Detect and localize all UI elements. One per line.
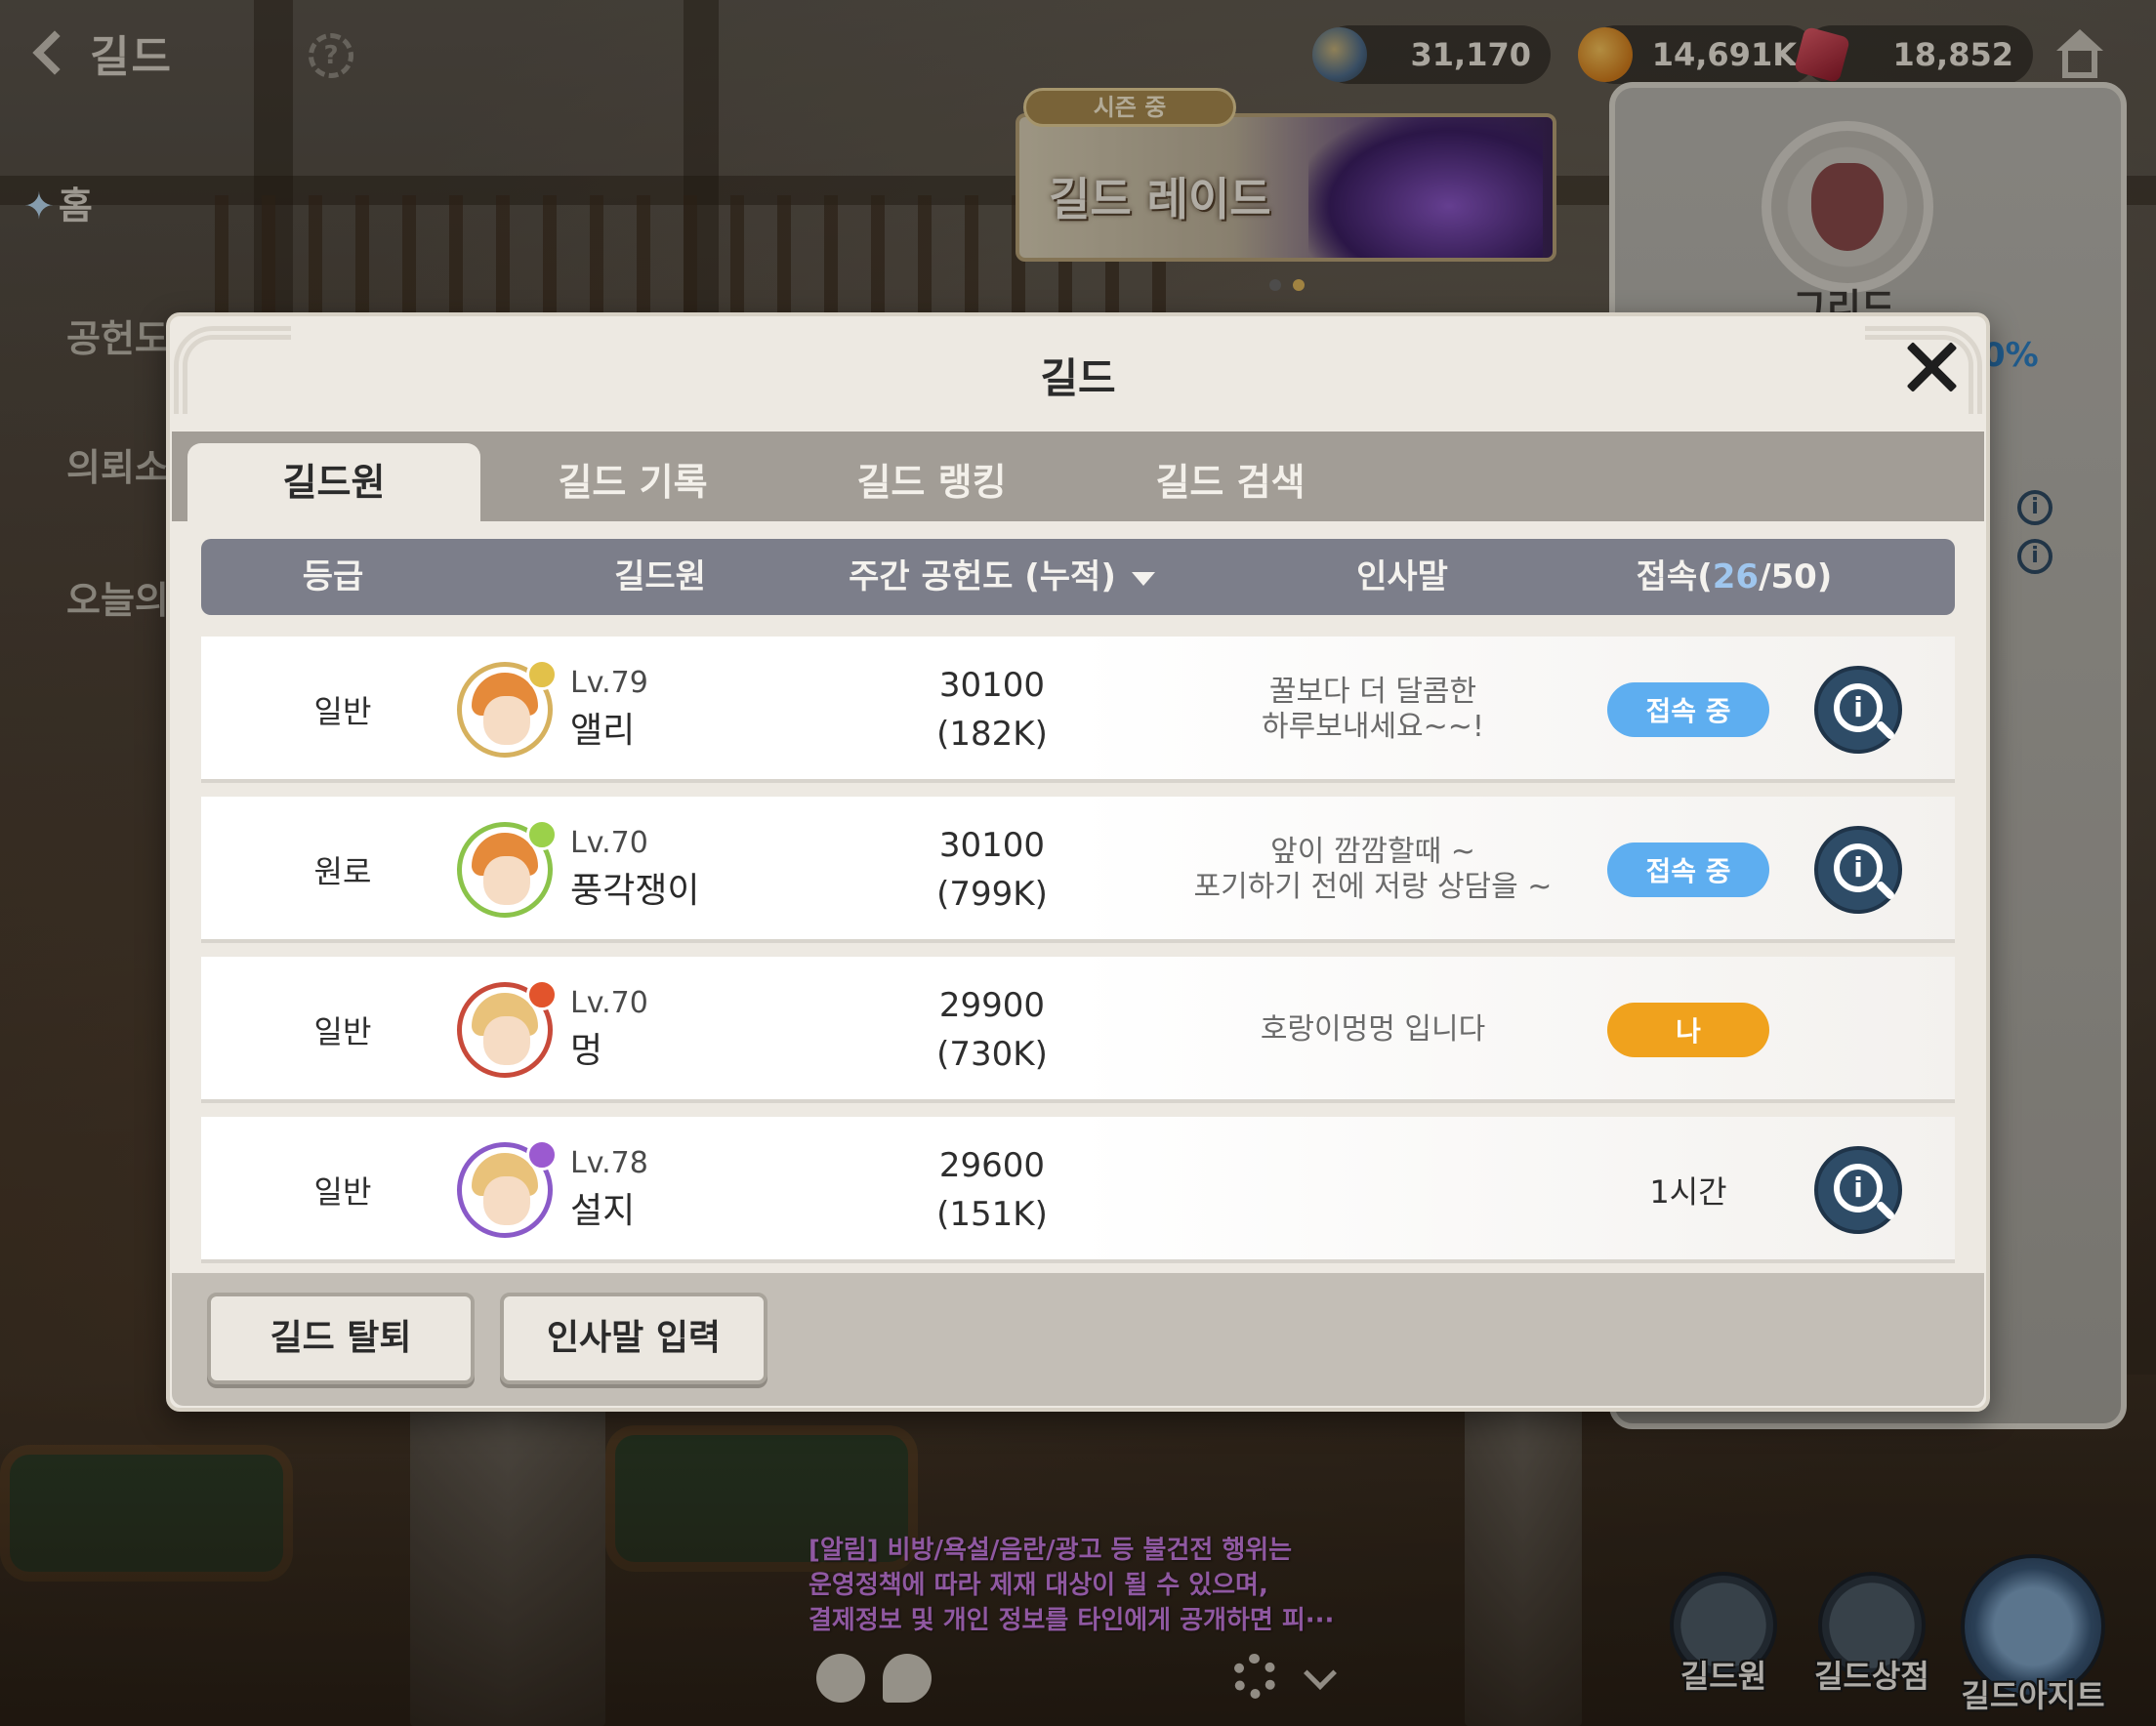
info-magnifier-icon: i	[1834, 1164, 1883, 1212]
member-status: 접속 중	[1607, 797, 1769, 943]
guild-modal: 길드 길드원 길드 기록 길드 랭킹 길드 검색 등급 길드원 주간 공헌도 (…	[166, 312, 1990, 1412]
member-level: Lv.70	[570, 986, 648, 1020]
tab-guild-log[interactable]: 길드 기록	[486, 443, 779, 521]
member-contribution: 30100 (799K)	[936, 826, 1048, 914]
member-name: 앨리	[570, 711, 636, 751]
member-grade: 일반	[313, 1173, 372, 1211]
member-greeting: 꿀보다 더 달콤한 하루보내세요~~!	[1262, 675, 1484, 744]
member-info-button[interactable]: i	[1814, 666, 1902, 754]
member-contribution: 30100 (182K)	[936, 666, 1048, 754]
member-name: 멍	[570, 1031, 603, 1071]
status-badge: 접속 중	[1607, 842, 1769, 897]
avatar[interactable]	[457, 1139, 558, 1238]
tab-bar: 길드원 길드 기록 길드 랭킹 길드 검색	[172, 432, 1984, 521]
avatar[interactable]	[457, 659, 558, 758]
table-row: 일반 Lv.79 앨리 30100 (182K) 꿀보다 더 달콤한 하루보내세…	[201, 637, 1955, 783]
member-status: 1시간	[1607, 1117, 1769, 1263]
table-row: 일반 Lv.70 멍 29900 (730K) 호랑이멍멍 입니다 나	[201, 957, 1955, 1103]
column-member: 길드원	[614, 557, 706, 596]
member-info-button[interactable]: i	[1814, 826, 1902, 914]
class-badge-icon	[526, 1139, 558, 1171]
info-magnifier-icon: i	[1834, 843, 1883, 892]
online-count: 26	[1712, 557, 1760, 596]
tab-guild-ranking[interactable]: 길드 랭킹	[785, 443, 1078, 521]
close-icon[interactable]	[1904, 340, 1959, 394]
modal-header: 길드	[170, 316, 1986, 424]
member-level: Lv.79	[570, 666, 648, 700]
member-status: 접속 중	[1607, 637, 1769, 783]
member-greeting: 호랑이멍멍 입니다	[1260, 1012, 1486, 1047]
column-contribution[interactable]: 주간 공헌도 (누적)	[826, 539, 1178, 615]
member-level: Lv.78	[570, 1146, 648, 1180]
sort-down-icon	[1131, 571, 1155, 586]
avatar[interactable]	[457, 979, 558, 1078]
member-info-button[interactable]: i	[1814, 1146, 1902, 1234]
member-grade: 원로	[313, 853, 372, 890]
member-name: 설지	[570, 1191, 636, 1231]
modal-footer: 길드 탈퇴 인사말 입력	[172, 1273, 1984, 1406]
member-name: 풍각쟁이	[570, 871, 700, 911]
modal-title: 길드	[1040, 354, 1116, 402]
leave-guild-button[interactable]: 길드 탈퇴	[207, 1293, 475, 1384]
member-grade: 일반	[313, 693, 372, 730]
member-list[interactable]: 일반 Lv.79 앨리 30100 (182K) 꿀보다 더 달콤한 하루보내세…	[201, 637, 1955, 1271]
tab-members[interactable]: 길드원	[187, 443, 480, 521]
info-magnifier-icon: i	[1834, 683, 1883, 732]
member-contribution: 29900 (730K)	[936, 986, 1048, 1074]
member-info: Lv.79 앨리	[570, 666, 648, 753]
column-online: 접속(26/50)	[1636, 557, 1833, 596]
member-info: Lv.70 풍각쟁이	[570, 826, 699, 913]
member-status: 나	[1607, 957, 1769, 1103]
status-badge-me: 나	[1607, 1003, 1769, 1057]
member-info: Lv.70 멍	[570, 986, 648, 1073]
member-info: Lv.78 설지	[570, 1146, 648, 1233]
member-greeting: 앞이 깜깜할때 ~ 포기하기 전에 저랑 상담을 ~	[1193, 835, 1553, 904]
tab-guild-search[interactable]: 길드 검색	[1084, 443, 1377, 521]
class-badge-icon	[526, 819, 558, 850]
member-level: Lv.70	[570, 826, 648, 860]
class-badge-icon	[526, 979, 558, 1010]
last-online-text: 1시간	[1649, 1173, 1727, 1211]
member-greeting	[1178, 1117, 1568, 1263]
column-grade: 등급	[302, 557, 364, 596]
table-header: 등급 길드원 주간 공헌도 (누적) 인사말 접속(26/50)	[201, 539, 1955, 615]
table-row: 원로 Lv.70 풍각쟁이 30100 (799K) 앞이 깜깜할때 ~ 포기하…	[201, 797, 1955, 943]
status-badge: 접속 중	[1607, 682, 1769, 737]
table-row: 일반 Lv.78 설지 29600 (151K) 1시간 i	[201, 1117, 1955, 1263]
member-contribution: 29600 (151K)	[936, 1146, 1048, 1234]
avatar[interactable]	[457, 819, 558, 918]
class-badge-icon	[526, 659, 558, 690]
member-grade: 일반	[313, 1013, 372, 1050]
greeting-input-button[interactable]: 인사말 입력	[500, 1293, 767, 1384]
column-greeting: 인사말	[1356, 557, 1448, 596]
